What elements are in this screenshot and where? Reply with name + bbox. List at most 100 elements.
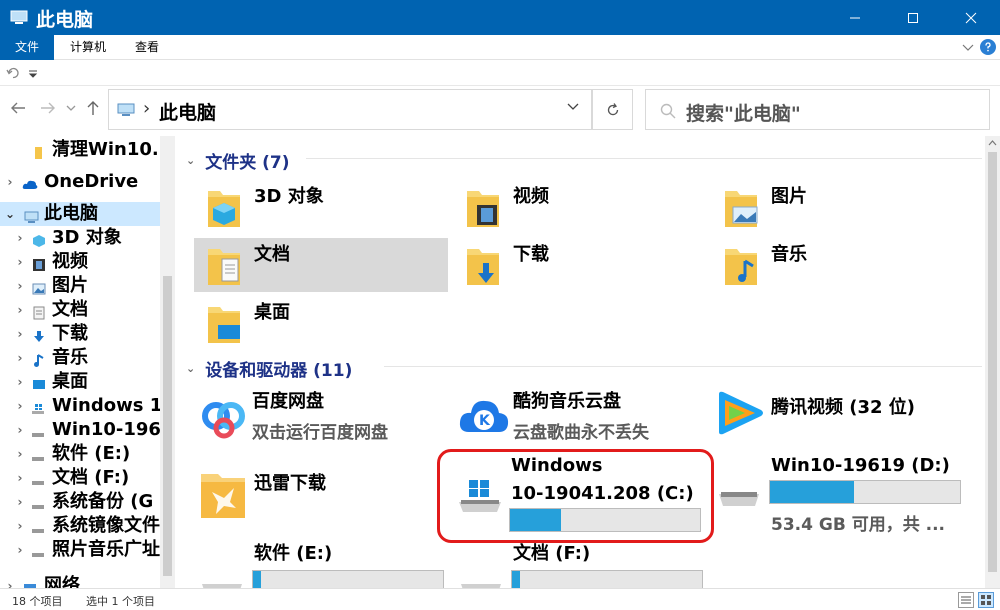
- ribbon: 文件 计算机 查看: [0, 35, 1000, 60]
- search-icon: [660, 103, 676, 119]
- tab-file[interactable]: 文件: [0, 35, 54, 60]
- tree-item-desktop[interactable]: › 桌面: [0, 370, 160, 394]
- minimize-button[interactable]: [826, 0, 884, 35]
- arrow-right-icon: [41, 102, 55, 114]
- navigation-pane: 清理Win10... › OneDrive ⌄ 此电脑 › 3D 对象 › 视频…: [0, 136, 175, 588]
- folder-tile-downloads[interactable]: 下载: [453, 238, 707, 292]
- tree-item-drive-e[interactable]: › 软件 (E:): [0, 442, 160, 466]
- tree-item-music[interactable]: › 音乐: [0, 346, 160, 370]
- breadcrumb-separator: ›: [143, 98, 151, 119]
- tiles-view-button[interactable]: [978, 592, 994, 608]
- tree-item-network[interactable]: › 网络: [0, 574, 160, 588]
- breadcrumb-current[interactable]: 此电脑: [159, 98, 216, 125]
- storage-usage-fill: [512, 571, 520, 588]
- minimize-icon: [850, 17, 860, 18]
- music-folder-icon: [725, 249, 757, 285]
- collapse-arrow-icon[interactable]: ⌄: [4, 202, 16, 226]
- storage-usage-fill: [253, 571, 261, 588]
- drive-icon: [202, 584, 242, 588]
- svg-text:K: K: [479, 413, 491, 429]
- status-bar: 18 个项目 选中 1 个项目: [0, 588, 1000, 610]
- tree-item-onedrive[interactable]: › OneDrive: [0, 170, 160, 194]
- drive-icon: [30, 543, 44, 557]
- tiles-view-icon: [981, 595, 991, 605]
- arrow-up-icon: [87, 101, 99, 115]
- storage-usage-bar: [511, 570, 703, 588]
- scrollbar-thumb[interactable]: [163, 276, 172, 576]
- folder-tile-documents[interactable]: 文档: [194, 238, 448, 292]
- cube-icon: [32, 231, 46, 247]
- drive-e[interactable]: 软件 (E:): [194, 542, 452, 588]
- tree-item-documents[interactable]: › 文档: [0, 298, 160, 322]
- desktop-icon: [32, 375, 46, 389]
- tencent-video-icon: [719, 391, 763, 435]
- item-count: 18 个项目: [12, 595, 63, 608]
- folder-tile-desktop[interactable]: 桌面: [194, 296, 448, 350]
- tab-view[interactable]: 查看: [122, 35, 172, 60]
- nav-pane-scrollbar[interactable]: [160, 136, 175, 588]
- video-icon: [32, 255, 46, 271]
- selected-count: 选中 1 个项目: [86, 595, 155, 608]
- drive-f[interactable]: 文档 (F:): [453, 542, 711, 588]
- back-button[interactable]: [10, 100, 26, 119]
- highlight-annotation: [437, 449, 714, 543]
- tree-item-videos[interactable]: › 视频: [0, 250, 160, 274]
- forward-button[interactable]: [40, 100, 56, 119]
- tree-item-windows-drive[interactable]: › Windows 1: [0, 394, 160, 418]
- tree-item-drive-h[interactable]: › 系统镜像文件: [0, 514, 160, 538]
- address-bar[interactable]: › 此电脑: [108, 89, 592, 130]
- cloud-icon: [22, 175, 38, 189]
- folder-tile-pictures[interactable]: 图片: [711, 180, 965, 234]
- drive-icon: [30, 495, 44, 509]
- folder-tile-music[interactable]: 音乐: [711, 238, 965, 292]
- group-header-devices[interactable]: ⌄ 设备和驱动器 (11): [186, 356, 352, 381]
- desktop-folder-icon: [208, 307, 240, 343]
- refresh-icon: [607, 102, 618, 115]
- folder-tile-videos[interactable]: 视频: [453, 180, 707, 234]
- chevron-down-icon[interactable]: [962, 43, 974, 53]
- recent-locations-button[interactable]: [66, 100, 76, 119]
- expand-arrow-icon[interactable]: ›: [4, 170, 16, 194]
- details-view-button[interactable]: [958, 592, 974, 608]
- storage-usage-bar: [252, 570, 444, 588]
- window-title: 此电脑: [36, 9, 94, 31]
- drive-icon: [30, 471, 44, 485]
- scroll-up-arrow-icon[interactable]: [988, 140, 997, 146]
- cube-folder-icon: [208, 191, 240, 227]
- help-button[interactable]: [980, 39, 996, 55]
- picture-icon: [32, 279, 46, 295]
- refresh-button[interactable]: [592, 89, 633, 130]
- search-box[interactable]: 搜索"此电脑": [645, 89, 990, 130]
- download-icon: [32, 327, 46, 342]
- tree-item-pictures[interactable]: › 图片: [0, 274, 160, 298]
- device-xunlei-download[interactable]: 迅雷下载: [194, 466, 452, 544]
- device-baidu-netdisk[interactable]: 百度网盘 双击运行百度网盘: [194, 388, 452, 466]
- search-placeholder: 搜索"此电脑": [686, 103, 801, 125]
- scrollbar-thumb[interactable]: [988, 152, 997, 572]
- undo-icon[interactable]: [6, 66, 20, 80]
- close-button[interactable]: [942, 0, 1000, 35]
- content-scrollbar[interactable]: [985, 136, 1000, 588]
- tree-item-3d-objects[interactable]: › 3D 对象: [0, 226, 160, 250]
- customize-toolbar-icon[interactable]: [28, 70, 38, 78]
- navigation-bar: › 此电脑 搜索"此电脑": [0, 86, 1000, 136]
- tab-computer[interactable]: 计算机: [58, 35, 118, 60]
- chevron-down-icon[interactable]: [567, 102, 579, 112]
- group-header-folders[interactable]: ⌄ 文件夹 (7): [186, 148, 290, 173]
- tree-item-drive-i[interactable]: › 照片音乐广址: [0, 538, 160, 562]
- maximize-button[interactable]: [884, 0, 942, 35]
- drive-icon: [30, 447, 44, 461]
- help-icon: [985, 42, 991, 52]
- tree-item-quick-folder[interactable]: 清理Win10...: [0, 138, 160, 162]
- document-folder-icon: [208, 249, 240, 285]
- tree-item-downloads[interactable]: › 下载: [0, 322, 160, 346]
- up-button[interactable]: [86, 100, 100, 120]
- tree-item-drive-f[interactable]: › 文档 (F:): [0, 466, 160, 490]
- collapse-chevron-icon: ⌄: [186, 362, 196, 375]
- folder-tile-3d-objects[interactable]: 3D 对象: [194, 180, 448, 234]
- close-icon: [965, 12, 977, 23]
- tree-item-drive-g[interactable]: › 系统备份 (G: [0, 490, 160, 514]
- tree-item-this-pc[interactable]: ⌄ 此电脑: [0, 202, 160, 226]
- tree-item-drive-d[interactable]: › Win10-196: [0, 418, 160, 442]
- drive-d[interactable]: Win10-19619 (D:) 53.4 GB 可用，共 ...: [711, 454, 969, 535]
